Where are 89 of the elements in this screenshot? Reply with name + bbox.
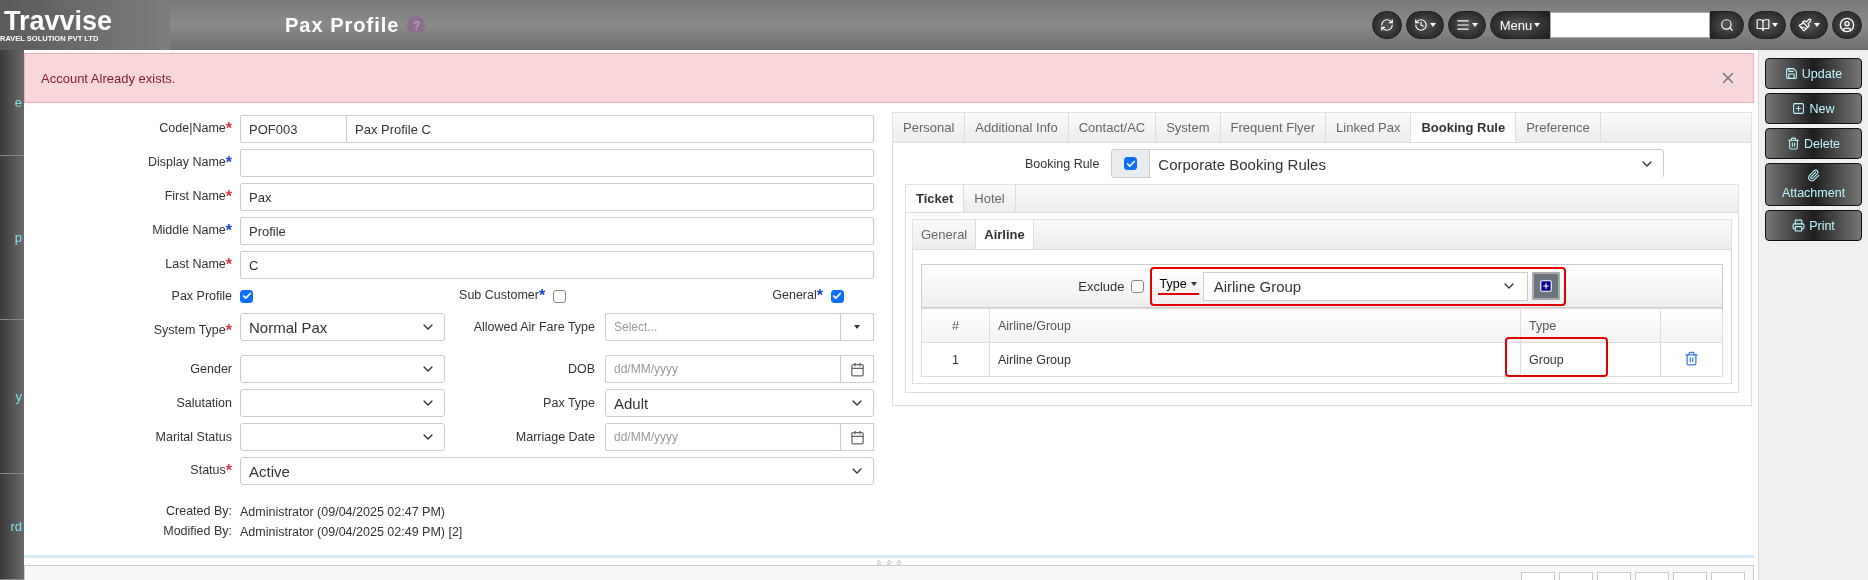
print-button[interactable]: Print — [1765, 210, 1862, 241]
chevrons-up-icon — [894, 558, 904, 568]
attach-button[interactable]: Attachment — [1765, 163, 1862, 206]
history-icon — [1414, 18, 1428, 32]
checkbox[interactable] — [553, 289, 567, 303]
code-field[interactable]: POF003 — [240, 115, 347, 143]
tab[interactable]: Airline — [976, 220, 1034, 249]
checkbox[interactable] — [1124, 157, 1138, 170]
refresh-icon — [1380, 18, 1394, 32]
brush-icon — [1798, 18, 1812, 32]
select-field[interactable]: Normal Pax — [240, 313, 445, 341]
paperclip-icon — [1807, 169, 1820, 182]
select-field[interactable]: Airline Group — [1202, 271, 1528, 301]
column-header: Airline/Group — [989, 308, 1521, 343]
user-icon — [1839, 17, 1855, 33]
audit-label: Modified By: — [162, 524, 232, 538]
text-field[interactable]: Profile — [240, 217, 874, 245]
tab[interactable]: Booking Rule — [1411, 113, 1517, 142]
select-field[interactable]: Corporate Booking Rules — [1111, 149, 1665, 178]
field-label: Marital Status — [154, 430, 232, 444]
field-label: Salutation — [175, 396, 232, 410]
type-dropdown[interactable]: Type — [1157, 277, 1199, 295]
audit-label: Created By: — [165, 504, 232, 518]
delete-button[interactable]: Delete — [1765, 128, 1862, 159]
field-label: Pax Profile — [170, 289, 232, 303]
history-button[interactable] — [1406, 11, 1444, 39]
checkbox[interactable] — [240, 289, 253, 303]
calendar-icon — [849, 429, 865, 445]
select-field[interactable] — [240, 389, 445, 417]
printer-icon — [1792, 219, 1806, 232]
tab[interactable]: Contact/AC — [1068, 113, 1157, 142]
tab[interactable]: Additional Info — [965, 113, 1069, 142]
column-header: Type — [1520, 308, 1661, 343]
table-cell: Airline Group — [989, 342, 1521, 377]
field-label: Booking Rule — [1025, 156, 1100, 171]
search-icon — [1720, 18, 1734, 32]
search-field[interactable] — [1550, 12, 1710, 38]
trash-icon[interactable] — [1684, 350, 1699, 366]
new-button[interactable]: New — [1765, 93, 1862, 124]
field-label: Marriage Date — [514, 430, 595, 444]
select-field[interactable]: Adult — [605, 389, 874, 417]
calendar-button[interactable] — [840, 423, 874, 451]
chevrons-up-icon — [884, 558, 894, 568]
field-label: Allowed Air Fare Type — [472, 320, 595, 334]
nav-item[interactable]: y — [0, 319, 24, 474]
brush-button[interactable] — [1790, 11, 1828, 39]
save-button[interactable]: Update — [1765, 58, 1862, 89]
list-button[interactable] — [1448, 11, 1486, 39]
menu-icon — [1456, 18, 1470, 32]
select-field[interactable] — [240, 355, 445, 383]
chevrons-up-icon — [874, 558, 884, 568]
name-field[interactable]: Pax Profile C — [346, 115, 874, 143]
field-label: Pax Type — [542, 396, 595, 410]
audit-value: Administrator (09/04/2025 02:49 PM) [2] — [240, 525, 464, 539]
calendar-button[interactable] — [840, 355, 874, 383]
column-header: # — [921, 308, 990, 343]
search-button[interactable] — [1710, 11, 1744, 39]
checkbox[interactable] — [831, 289, 844, 303]
menu-button[interactable]: Menu — [1490, 11, 1550, 39]
book-icon — [1756, 18, 1770, 32]
audit-value: Administrator (09/04/2025 02:47 PM) — [240, 505, 446, 519]
tab[interactable]: System — [1156, 113, 1221, 142]
checkbox-label: Exclude — [1078, 278, 1125, 294]
refresh-button[interactable] — [1372, 11, 1402, 39]
tab[interactable]: Ticket — [906, 185, 965, 212]
select-field[interactable] — [240, 423, 445, 451]
add-button[interactable] — [1531, 272, 1560, 300]
field-label: DOB — [566, 362, 595, 376]
nav-item[interactable]: p — [0, 156, 24, 320]
page-title: Pax Profile — [285, 13, 400, 37]
text-field[interactable] — [240, 149, 874, 177]
calendar-icon — [849, 361, 865, 377]
tab[interactable]: Personal — [893, 113, 966, 142]
tab[interactable]: Frequent Flyer — [1220, 113, 1327, 142]
text-field[interactable]: Pax — [240, 183, 874, 211]
text-field[interactable]: C — [240, 251, 874, 279]
save-icon — [1784, 67, 1798, 80]
alert-message: Account Already exists. — [41, 70, 176, 86]
table-cell: 1 — [921, 342, 990, 377]
select-field[interactable]: Active — [240, 457, 874, 485]
tab[interactable]: Preference — [1516, 113, 1601, 142]
book-button[interactable] — [1748, 11, 1786, 39]
checkbox[interactable] — [1130, 279, 1144, 293]
user-button[interactable] — [1832, 11, 1862, 39]
trash-icon — [1786, 137, 1800, 150]
plus-icon — [1792, 102, 1806, 115]
plus-icon — [1538, 279, 1553, 293]
tab[interactable]: Hotel — [964, 185, 1016, 212]
field-label: Gender — [189, 362, 232, 376]
